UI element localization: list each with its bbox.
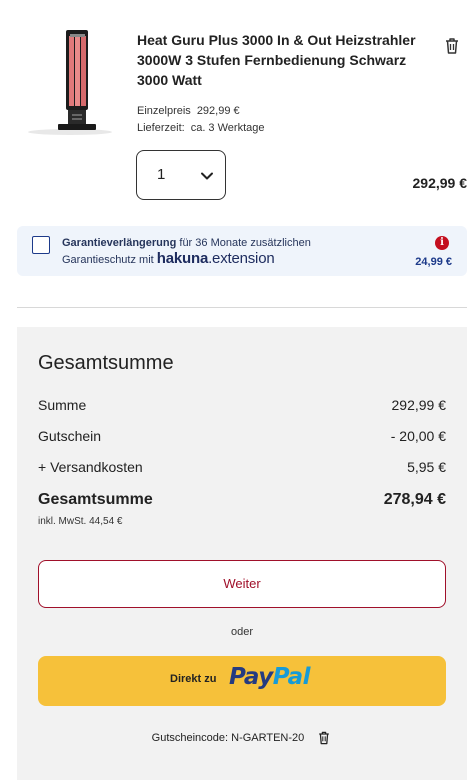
warranty-upsell: Garantieverlängerung für 36 Monate zusät… <box>17 226 467 276</box>
row-label: + Versandkosten <box>38 459 143 475</box>
chevron-down-icon <box>201 172 213 180</box>
product-title[interactable]: Heat Guru Plus 3000 In & Out Heizstrahle… <box>137 30 427 90</box>
applied-coupon: Gutscheincode: N-GARTEN-20 <box>17 730 467 746</box>
unit-price-value: 292,99 € <box>196 105 240 117</box>
total-amount: 278,94 € <box>383 491 446 508</box>
summary-row-subtotal: Summe 292,99 € <box>38 397 446 413</box>
summary-row-total: Gesamtsumme 278,94 € <box>38 491 446 509</box>
paypal-logo-pal: Pal <box>272 664 311 690</box>
product-meta: Einzelpreis 292,99 € Lieferzeit: ca. 3 Wer… <box>137 103 264 137</box>
cart-item: Heat Guru Plus 3000 In & Out Heizstrahle… <box>0 0 476 215</box>
summary-row-shipping: + Versandkosten 5,95 € <box>38 459 446 475</box>
coupon-text: Gutscheincode: N-GARTEN-20 <box>151 731 305 744</box>
warranty-bold-text: Garantieverlängerung <box>62 237 177 249</box>
trash-icon[interactable] <box>442 36 462 56</box>
row-amount: - 20,00 € <box>390 428 446 444</box>
delivery-value: ca. 3 Werktage <box>190 122 265 134</box>
divider <box>17 307 467 308</box>
row-label: Summe <box>38 397 87 413</box>
trash-icon[interactable] <box>316 730 332 746</box>
product-image[interactable] <box>18 22 128 137</box>
quantity-value: 1 <box>157 166 166 183</box>
delivery-line: Lieferzeit: ca. 3 Werktage <box>137 120 264 137</box>
warranty-line-2: Garantieschutz mit hakuna.extension <box>62 251 362 268</box>
paypal-express-button[interactable]: Direkt zu PayPal <box>38 656 446 706</box>
unit-price-label: Einzelpreis <box>137 105 191 117</box>
total-label: Gesamtsumme <box>38 491 153 508</box>
hakuna-extension-logo: hakuna.extension <box>157 250 275 267</box>
warranty-price: 24,99 € <box>415 256 452 268</box>
unit-price-line: Einzelpreis 292,99 € <box>137 103 264 120</box>
line-total-price: 292,99 € <box>412 175 468 191</box>
info-icon[interactable]: i <box>435 236 449 250</box>
warranty-line-1: Garantieverlängerung für 36 Monate zusät… <box>62 236 362 251</box>
warranty-text-2: Garantieschutz mit <box>62 254 157 266</box>
row-amount: 292,99 € <box>391 397 447 413</box>
continue-button[interactable]: Weiter <box>38 560 446 608</box>
row-label: Gutschein <box>38 428 102 444</box>
warranty-text-1: für 36 Monate zusätzlichen <box>176 237 311 249</box>
row-amount: 5,95 € <box>407 459 446 475</box>
brand-rest: .extension <box>208 250 275 267</box>
paypal-prefix: Direkt zu <box>170 673 217 685</box>
brand-bold: hakuna <box>156 250 209 267</box>
paypal-logo: PayPal <box>229 664 311 690</box>
quantity-select[interactable]: 1 <box>136 150 226 200</box>
tax-note: inkl. MwSt. 44,54 € <box>38 516 123 527</box>
order-summary-panel: Gesamtsumme Summe 292,99 € Gutschein - 2… <box>17 327 467 780</box>
warranty-checkbox[interactable] <box>32 236 50 254</box>
paypal-logo-pay: Pay <box>229 664 273 690</box>
or-separator: oder <box>230 626 254 638</box>
delivery-label: Lieferzeit: <box>137 122 185 134</box>
summary-row-voucher: Gutschein - 20,00 € <box>38 428 446 444</box>
summary-heading: Gesamtsumme <box>38 352 174 374</box>
warranty-text: Garantieverlängerung für 36 Monate zusät… <box>62 236 362 268</box>
